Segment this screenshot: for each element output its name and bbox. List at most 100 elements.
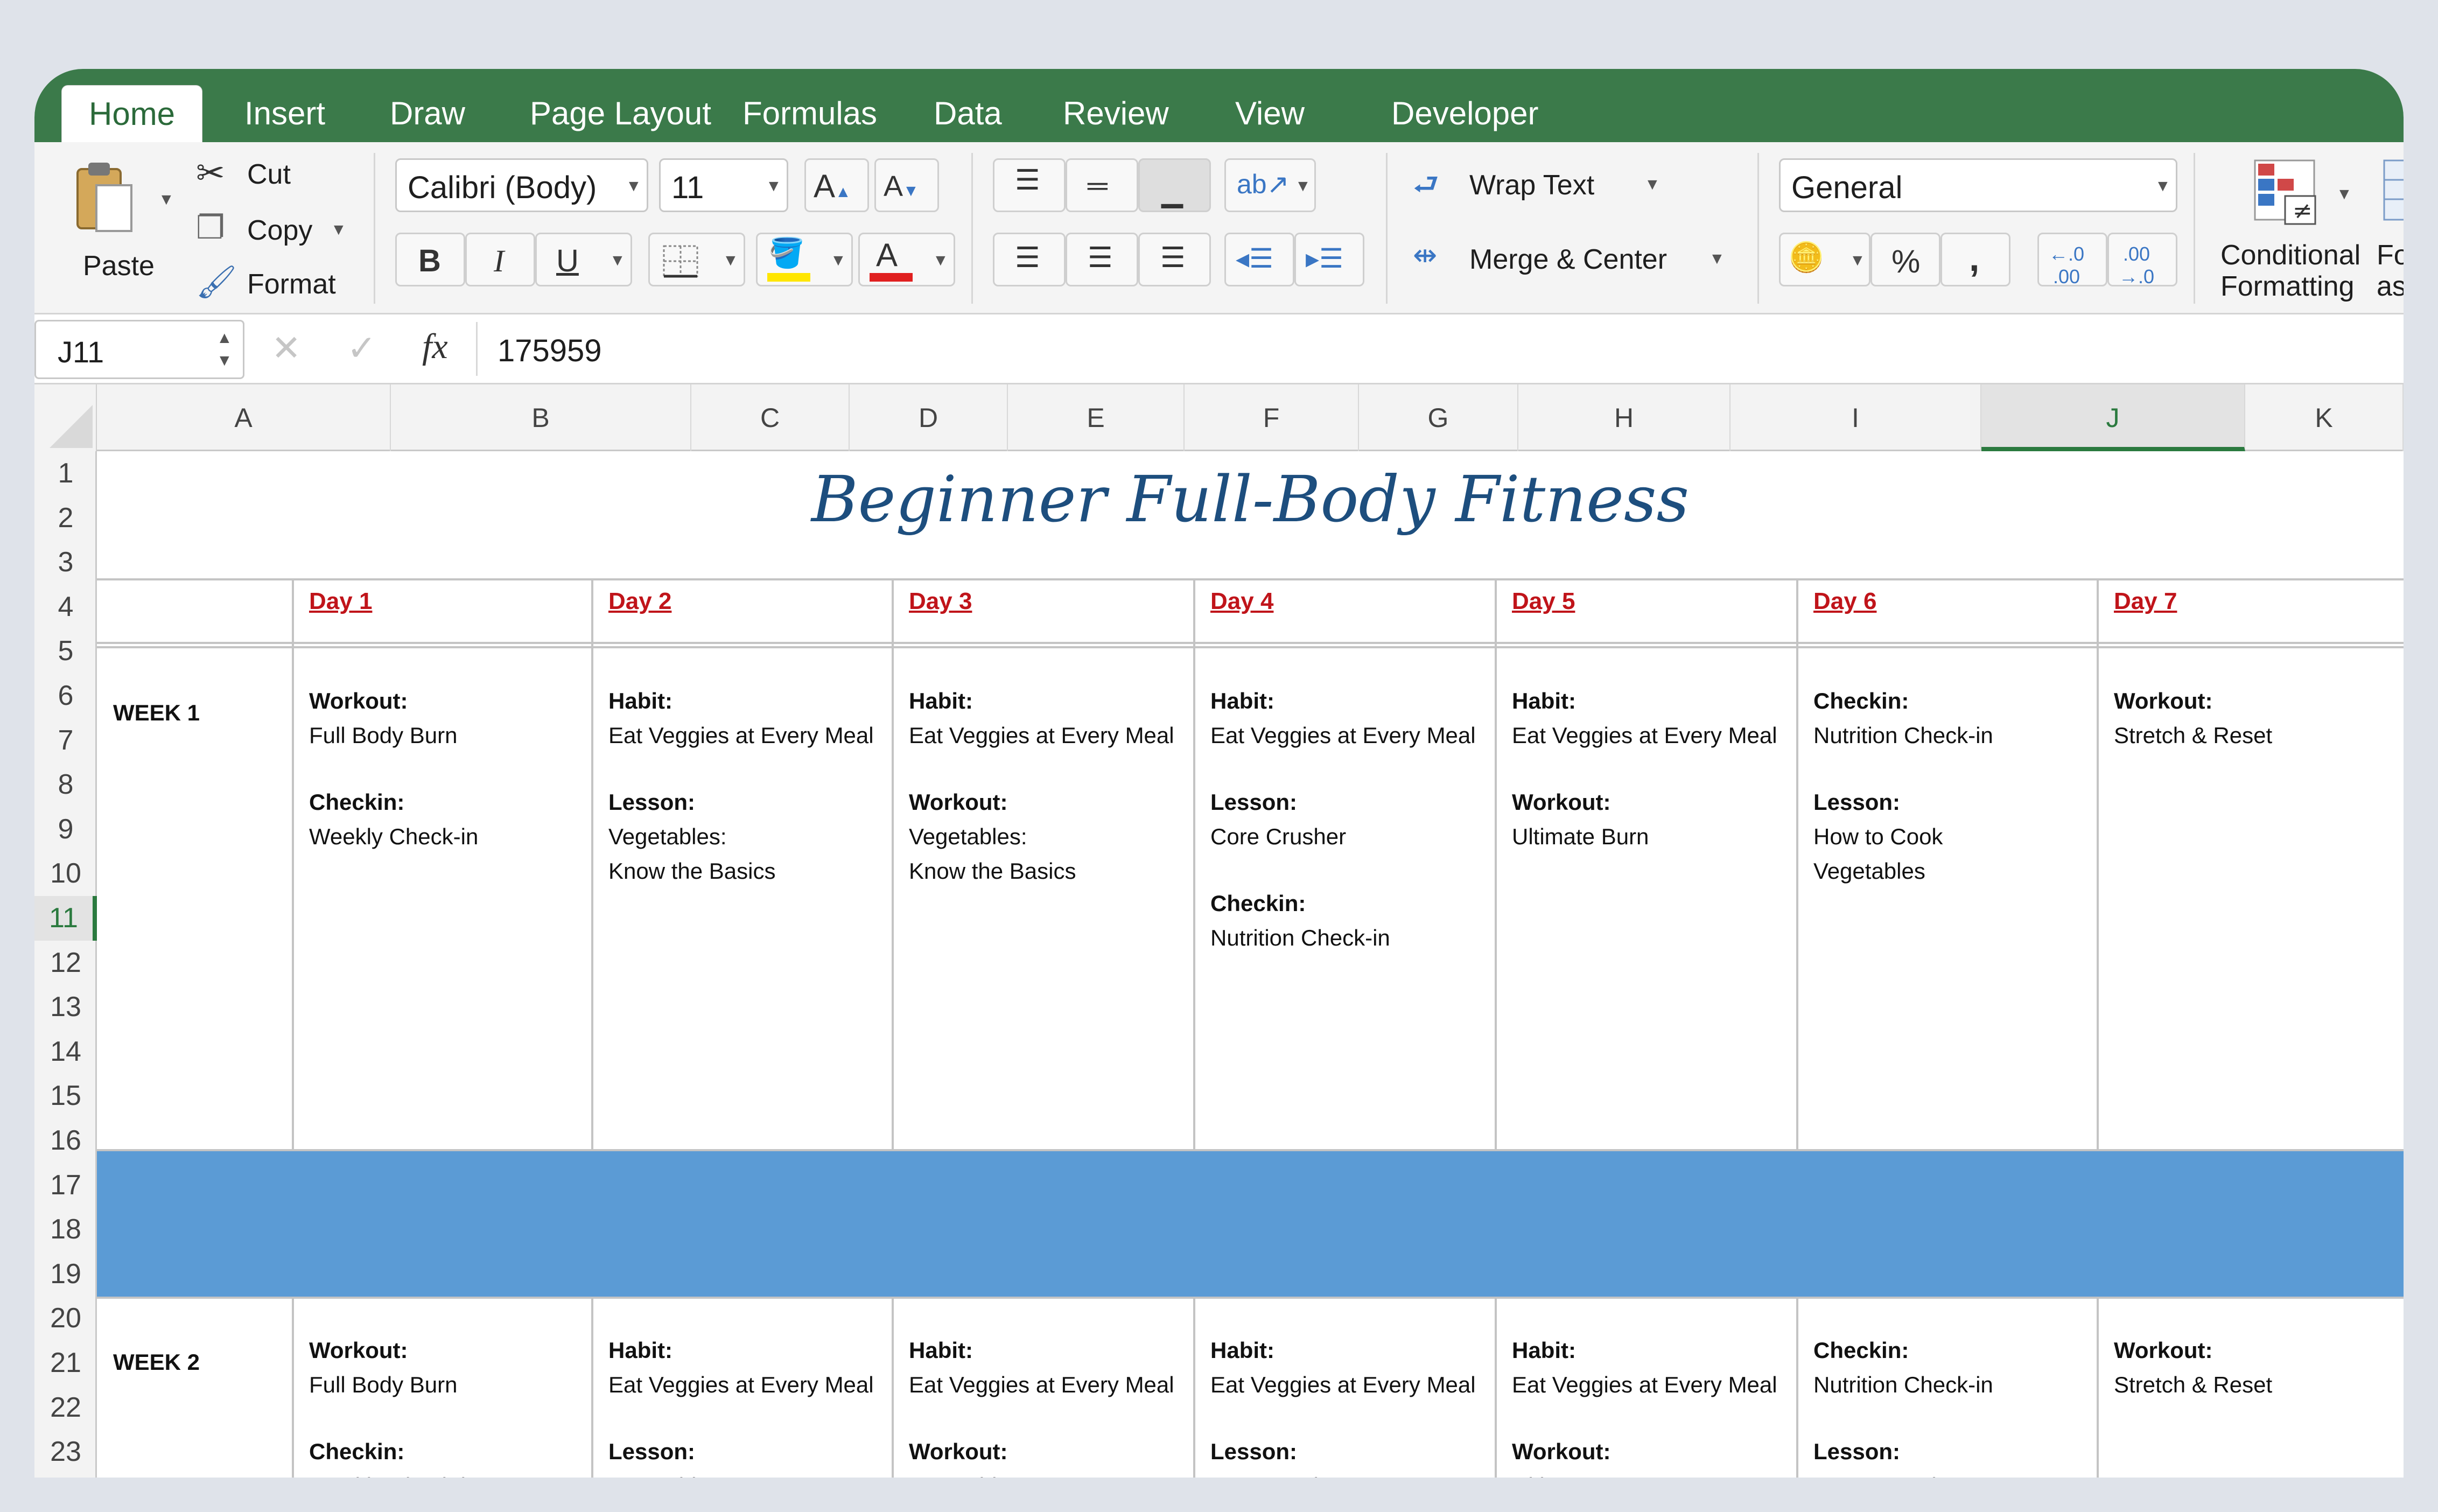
sheet-title[interactable]: Beginner Full-Body Fitness bbox=[97, 462, 2404, 536]
number-format-select[interactable]: General ▼ bbox=[1779, 158, 2177, 212]
schedule-cell[interactable]: Habit: Eat Veggies at Every Meal Lesson: Co… bbox=[1210, 1333, 1501, 1478]
accounting-format-button[interactable]: 🪙 ▼ bbox=[1779, 233, 1870, 286]
day-header[interactable]: Day 6 bbox=[1813, 588, 1876, 615]
decrease-decimal-button[interactable]: .00 →.0 bbox=[2107, 233, 2177, 288]
tab-view[interactable]: View bbox=[1208, 85, 1332, 142]
align-middle-button[interactable]: ═ bbox=[1066, 158, 1138, 212]
align-top-button[interactable]: ☰ bbox=[993, 158, 1066, 212]
day-header[interactable]: Day 2 bbox=[608, 588, 671, 615]
align-bottom-button[interactable]: ▁ bbox=[1138, 158, 1211, 212]
row-header-9[interactable]: 9 bbox=[34, 807, 97, 852]
column-header-f[interactable]: F bbox=[1185, 384, 1359, 451]
align-right-button[interactable]: ☰ bbox=[1138, 233, 1211, 286]
cut-button[interactable]: ✂ Cut bbox=[196, 153, 336, 196]
row-header-11[interactable]: 11 bbox=[34, 896, 97, 941]
row-header-21[interactable]: 21 bbox=[34, 1341, 97, 1385]
day-header[interactable]: Day 3 bbox=[909, 588, 972, 615]
column-header-d[interactable]: D bbox=[850, 384, 1008, 451]
font-color-button[interactable]: A ▼ bbox=[858, 233, 955, 286]
schedule-cell[interactable]: Workout: Stretch & Reset bbox=[2114, 684, 2404, 753]
column-header-k[interactable]: K bbox=[2245, 384, 2404, 451]
align-center-button[interactable]: ☰ bbox=[1066, 233, 1138, 286]
row-header-7[interactable]: 7 bbox=[34, 718, 97, 763]
row-header-23[interactable]: 23 bbox=[34, 1430, 97, 1474]
row-header-6[interactable]: 6 bbox=[34, 674, 97, 718]
enter-checkmark-icon[interactable]: ✓ bbox=[347, 327, 376, 369]
column-header-j[interactable]: J bbox=[1981, 384, 2245, 451]
row-header-1[interactable]: 1 bbox=[34, 451, 97, 496]
schedule-cell[interactable]: Habit: Eat Veggies at Every Meal Lesson: Co… bbox=[1210, 684, 1501, 955]
row-header-19[interactable]: 19 bbox=[34, 1252, 97, 1297]
column-header-a[interactable]: A bbox=[97, 384, 391, 451]
copy-button[interactable]: ❐ Copy ▼ bbox=[196, 209, 358, 252]
comma-style-button[interactable]: , bbox=[1940, 233, 2010, 286]
format-painter-button[interactable]: 🖌 Format bbox=[196, 263, 358, 306]
row-header-22[interactable]: 22 bbox=[34, 1385, 97, 1430]
tab-insert[interactable]: Insert bbox=[218, 85, 352, 142]
column-header-i[interactable]: I bbox=[1731, 384, 1981, 451]
schedule-cell[interactable]: Workout: Full Body Burn Checkin: Weekly Che… bbox=[309, 684, 600, 854]
conditional-formatting-button[interactable]: ≠ ▼ Conditional Formatting bbox=[2210, 153, 2371, 304]
row-header-20[interactable]: 20 bbox=[34, 1296, 97, 1341]
percent-button[interactable]: % bbox=[1870, 233, 1940, 286]
align-left-button[interactable]: ☰ bbox=[993, 233, 1066, 286]
font-name-select[interactable]: Calibri (Body) ▼ bbox=[395, 158, 648, 212]
cancel-icon[interactable]: ✕ bbox=[271, 327, 301, 369]
row-header-2[interactable]: 2 bbox=[34, 496, 97, 541]
merge-center-button[interactable]: ⇹ Merge & Center ▼ bbox=[1413, 238, 1736, 281]
row-header-15[interactable]: 15 bbox=[34, 1074, 97, 1118]
tab-home[interactable]: Home bbox=[61, 85, 203, 142]
row-header-14[interactable]: 14 bbox=[34, 1030, 97, 1074]
day-header[interactable]: Day 7 bbox=[2114, 588, 2177, 615]
day-header[interactable]: Day 4 bbox=[1210, 588, 1273, 615]
font-size-select[interactable]: 11 ▼ bbox=[659, 158, 788, 212]
row-header-4[interactable]: 4 bbox=[34, 585, 97, 629]
row-header-13[interactable]: 13 bbox=[34, 985, 97, 1030]
stepper-up-icon[interactable]: ▲ bbox=[216, 329, 233, 347]
italic-button[interactable]: I bbox=[465, 233, 535, 286]
schedule-cell[interactable]: Workout: Full Body Burn Checkin: Weekly Che… bbox=[309, 1333, 600, 1478]
schedule-cell[interactable]: Checkin: Nutrition Check-in Lesson: How to … bbox=[1813, 1333, 2104, 1478]
schedule-cell[interactable]: Workout: Stretch & Reset bbox=[2114, 1333, 2404, 1402]
name-box[interactable]: J11 ▲ ▼ bbox=[34, 320, 244, 379]
tab-page-layout[interactable]: Page Layout bbox=[503, 85, 738, 142]
orientation-button[interactable]: ab↗ ▼ bbox=[1224, 158, 1316, 212]
tab-review[interactable]: Review bbox=[1036, 85, 1196, 142]
column-header-b[interactable]: B bbox=[391, 384, 691, 451]
tab-formulas[interactable]: Formulas bbox=[716, 85, 904, 142]
row-header-17[interactable]: 17 bbox=[34, 1163, 97, 1208]
schedule-cell[interactable]: Habit: Eat Veggies at Every Meal Lesson: Ve… bbox=[608, 1333, 899, 1478]
schedule-cell[interactable]: Habit: Eat Veggies at Every Meal Lesson: Ve… bbox=[608, 684, 899, 888]
decrease-indent-button[interactable]: ◂☰ bbox=[1224, 233, 1294, 286]
column-header-c[interactable]: C bbox=[691, 384, 850, 451]
schedule-cell[interactable]: Habit: Eat Veggies at Every Meal Workout: U… bbox=[1512, 1333, 1803, 1478]
insert-function-icon[interactable]: fx bbox=[422, 326, 448, 367]
schedule-cell[interactable]: Habit: Eat Veggies at Every Meal Workout: U… bbox=[1512, 684, 1803, 854]
paste-button[interactable]: ▼ Paste bbox=[51, 153, 180, 293]
column-header-g[interactable]: G bbox=[1359, 384, 1518, 451]
row-header-12[interactable]: 12 bbox=[34, 941, 97, 985]
column-header-e[interactable]: E bbox=[1008, 384, 1185, 451]
decrease-font-size-button[interactable]: A▼ bbox=[874, 158, 939, 212]
tab-draw[interactable]: Draw bbox=[363, 85, 492, 142]
tab-data[interactable]: Data bbox=[907, 85, 1029, 142]
tab-developer[interactable]: Developer bbox=[1364, 85, 1566, 142]
borders-button[interactable]: ▼ bbox=[648, 233, 745, 286]
increase-indent-button[interactable]: ▸☰ bbox=[1294, 233, 1364, 286]
week-label[interactable]: WEEK 2 bbox=[113, 1349, 200, 1375]
row-header-8[interactable]: 8 bbox=[34, 762, 97, 807]
row-header-10[interactable]: 10 bbox=[34, 851, 97, 896]
select-all-button[interactable] bbox=[34, 384, 97, 451]
week-label[interactable]: WEEK 1 bbox=[113, 700, 200, 726]
column-header-h[interactable]: H bbox=[1518, 384, 1731, 451]
row-header-18[interactable]: 18 bbox=[34, 1207, 97, 1252]
formula-input[interactable]: 175959 bbox=[498, 333, 602, 369]
schedule-cell[interactable]: Checkin: Nutrition Check-in Lesson: How to … bbox=[1813, 684, 2104, 888]
fill-color-button[interactable]: 🪣 ▼ bbox=[756, 233, 853, 286]
day-header[interactable]: Day 5 bbox=[1512, 588, 1575, 615]
underline-button[interactable]: U ▼ bbox=[535, 233, 632, 286]
week-separator-band[interactable] bbox=[97, 1151, 2404, 1297]
schedule-cell[interactable]: Habit: Eat Veggies at Every Meal Workout: V… bbox=[909, 1333, 1200, 1478]
increase-decimal-button[interactable]: ←.0.00 bbox=[2037, 233, 2107, 288]
row-header-5[interactable]: 5 bbox=[34, 629, 97, 674]
